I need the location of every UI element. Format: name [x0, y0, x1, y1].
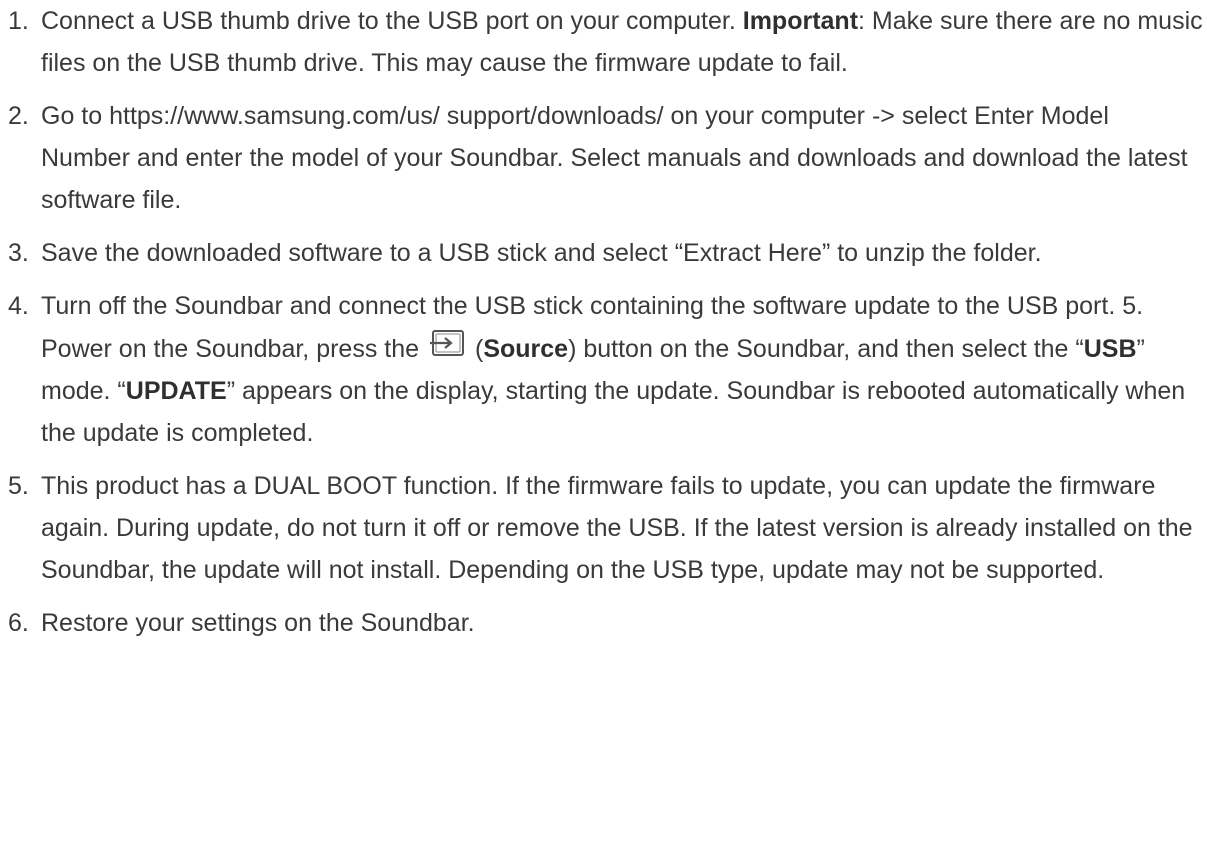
step-number: 1. [8, 7, 29, 35]
step-text-part: Connect a USB thumb drive to the USB por… [41, 7, 743, 35]
step-text: Go to https://www.samsung.com/us/ suppor… [41, 102, 1188, 214]
step-number: 6. [8, 609, 29, 637]
step-6: 6. Restore your settings on the Soundbar… [8, 602, 1203, 644]
source-label: Source [483, 335, 569, 363]
step-3: 3. Save the downloaded software to a USB… [8, 232, 1203, 274]
firmware-update-steps: 1. Connect a USB thumb drive to the USB … [8, 0, 1203, 655]
source-input-icon [429, 327, 469, 361]
step-number: 5. [8, 472, 29, 500]
step-text-part: ) button on the Soundbar, and then selec… [568, 335, 1084, 363]
step-number: 3. [8, 239, 29, 267]
important-label: Important [742, 7, 859, 35]
step-number: 2. [8, 102, 29, 130]
step-text: Save the downloaded software to a USB st… [41, 239, 1042, 267]
step-text: Restore your settings on the Soundbar. [41, 609, 475, 637]
step-2: 2. Go to https://www.samsung.com/us/ sup… [8, 95, 1203, 221]
step-text: This product has a DUAL BOOT function. I… [41, 472, 1193, 584]
step-text: Connect a USB thumb drive to the USB por… [41, 0, 1203, 84]
update-label: UPDATE [125, 377, 227, 405]
step-4: 4. Turn off the Soundbar and connect the… [8, 285, 1203, 454]
step-text: Turn off the Soundbar and connect the US… [41, 285, 1203, 454]
step-1: 1. Connect a USB thumb drive to the USB … [8, 0, 1203, 84]
step-5: 5. This product has a DUAL BOOT function… [8, 465, 1203, 591]
usb-label: USB [1083, 335, 1137, 363]
step-number: 4. [8, 292, 29, 320]
